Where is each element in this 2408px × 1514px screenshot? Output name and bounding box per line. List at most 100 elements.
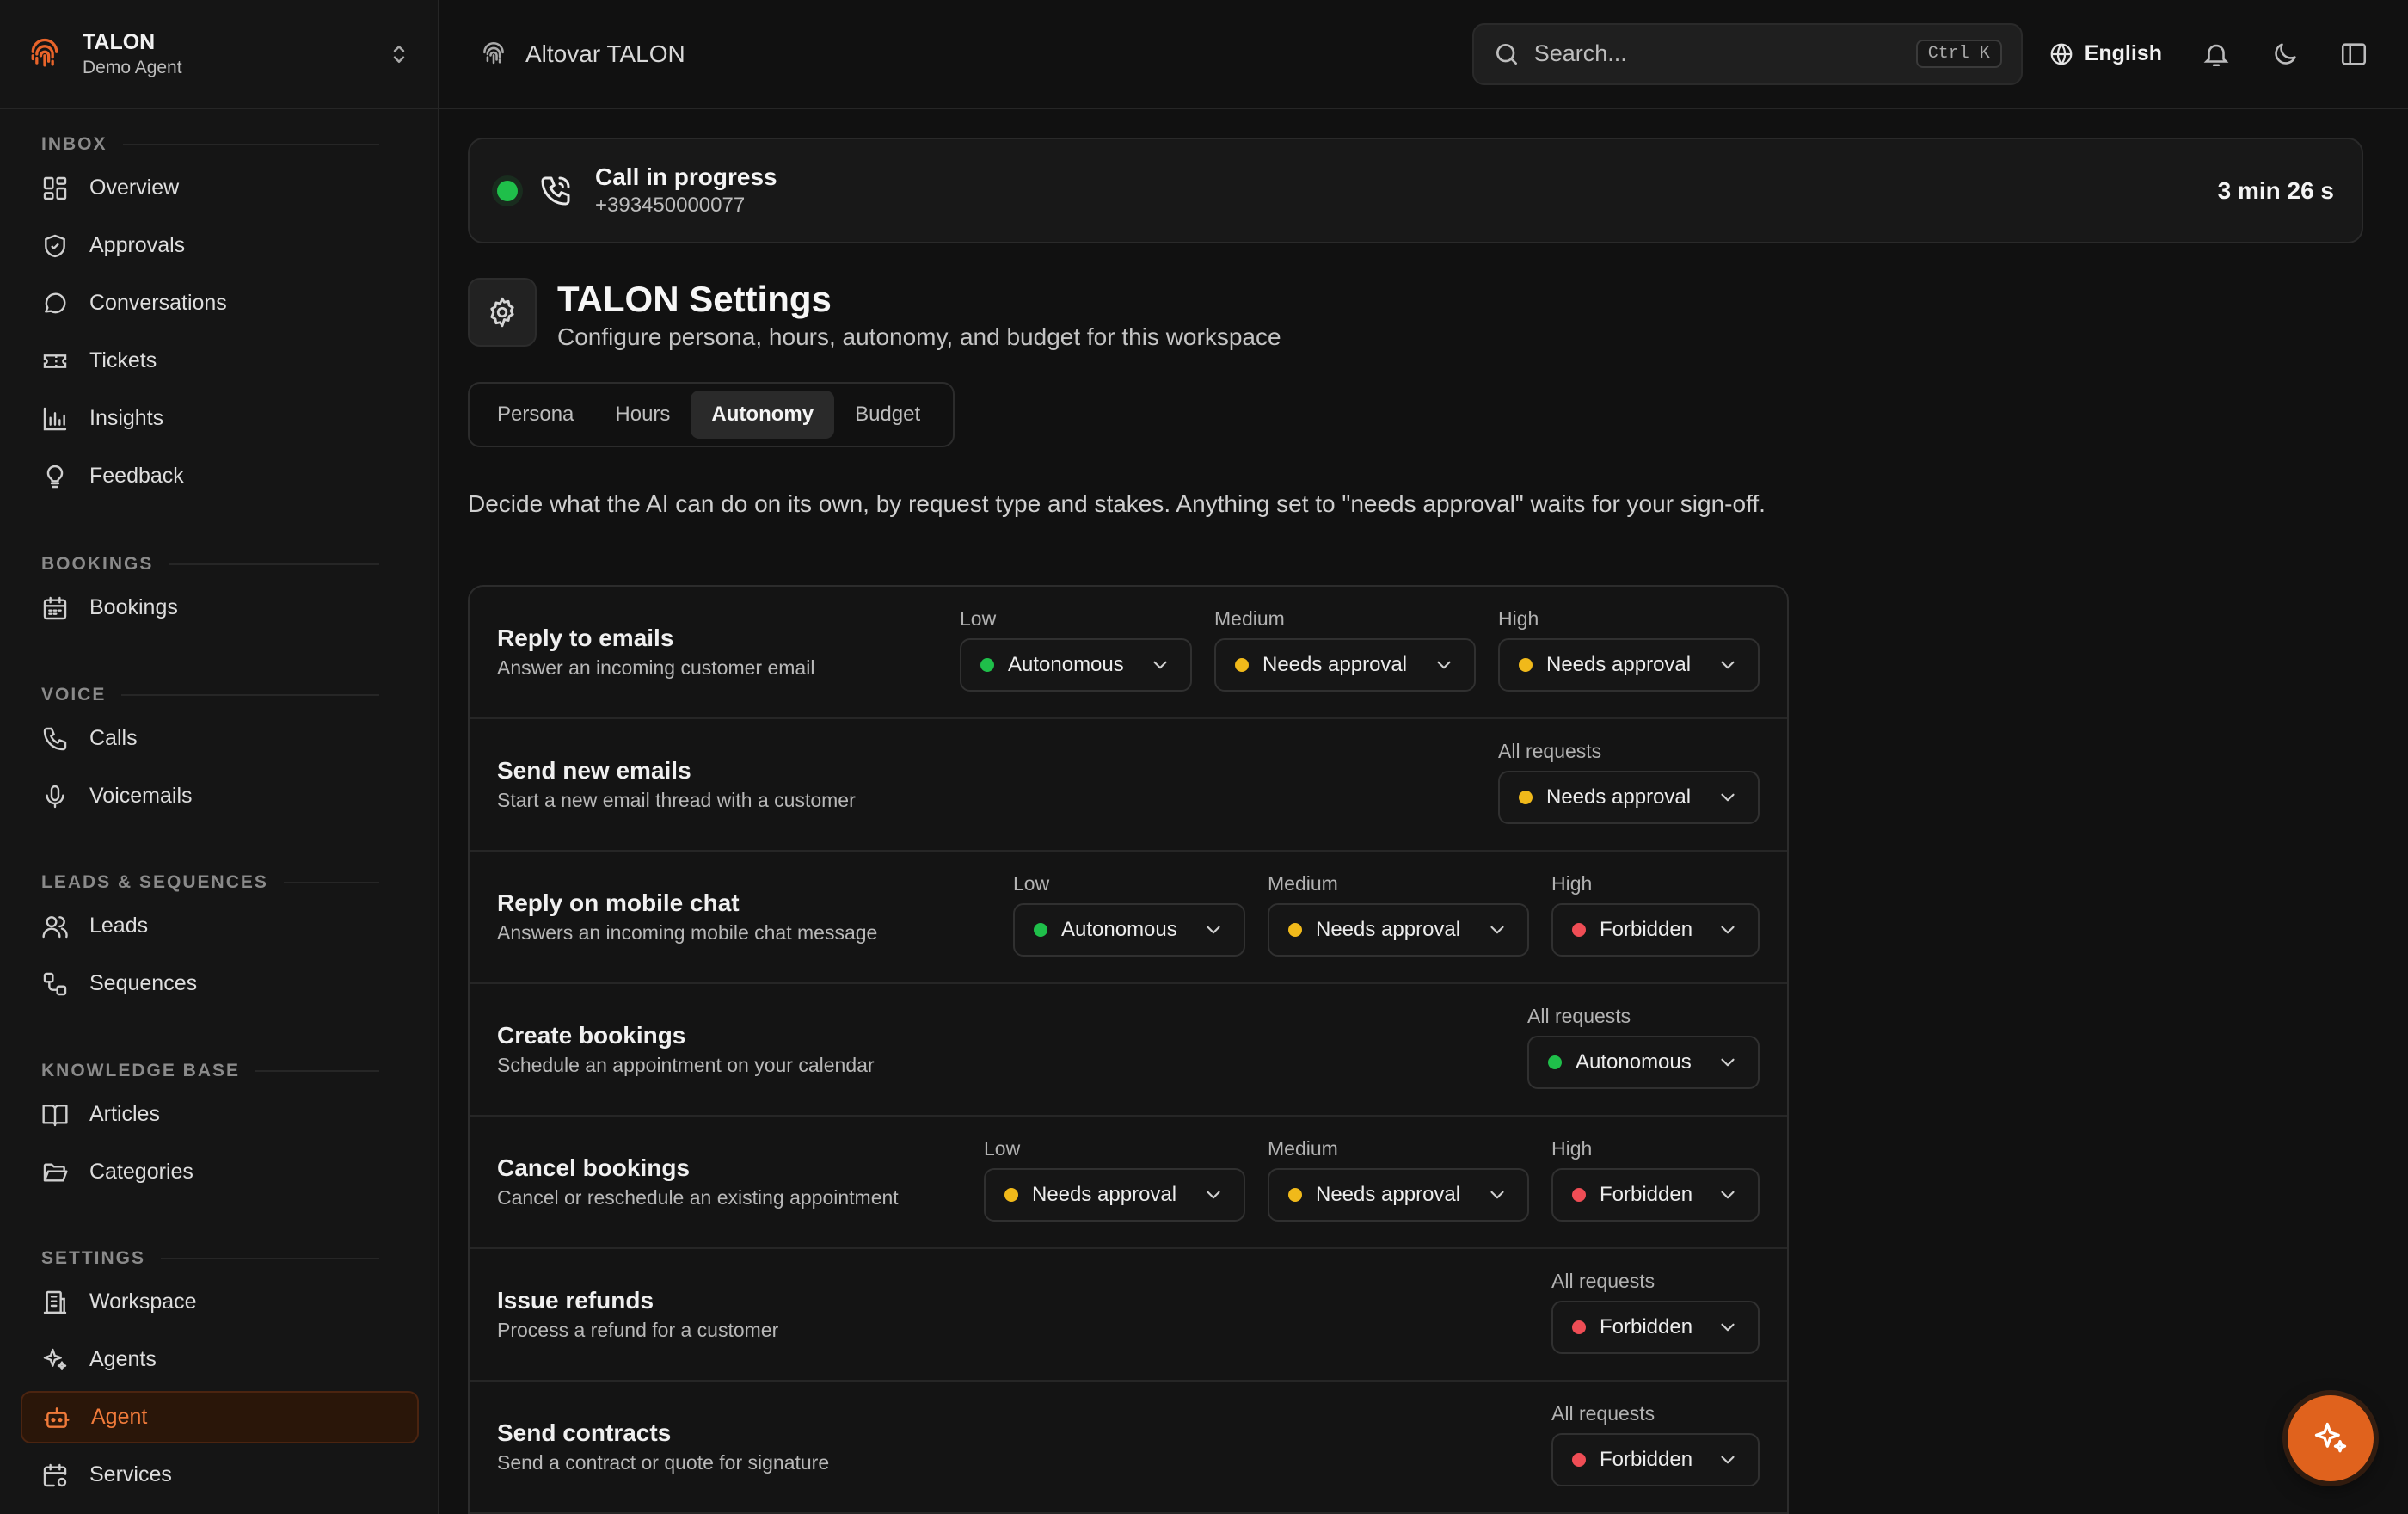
- nav-heading: VOICE: [0, 678, 439, 712]
- autonomy-select[interactable]: Needs approval: [1214, 638, 1476, 692]
- sidebar-item-agents[interactable]: Agents: [21, 1333, 419, 1386]
- stakes-label: Low: [960, 607, 997, 630]
- nav-heading: INBOX: [0, 127, 439, 162]
- autonomy-level-column: Low Autonomous: [1013, 869, 1245, 957]
- sidebar-item-categories[interactable]: Categories: [21, 1146, 419, 1198]
- sidebar-item-sequences[interactable]: Sequences: [21, 957, 419, 1010]
- sidebar-item-label: Approvals: [89, 233, 186, 257]
- autonomy-level-column: Medium Needs approval: [1268, 1134, 1529, 1222]
- sidebar-item-label: Calls: [89, 726, 138, 750]
- ai-assistant-button[interactable]: [2288, 1395, 2374, 1481]
- live-status-dot: [497, 180, 518, 201]
- language-switcher[interactable]: English: [2049, 41, 2162, 67]
- sidebar-item-conversations[interactable]: Conversations: [21, 277, 419, 329]
- brand-name: TALON: [83, 29, 156, 54]
- autonomy-select-value: Autonomous: [1576, 1050, 1692, 1074]
- sidebar-item-workspace[interactable]: Workspace: [21, 1276, 419, 1328]
- sidebar-item-agent[interactable]: Agent: [21, 1391, 419, 1443]
- stakes-label: High: [1498, 607, 1539, 630]
- search-box[interactable]: Ctrl K: [1471, 22, 2023, 85]
- autonomy-select-value: Needs approval: [1032, 1183, 1177, 1206]
- rule-description: Schedule an appointment on your calendar: [497, 1054, 875, 1076]
- globe-icon: [2050, 43, 2073, 65]
- sidebar-item-insights[interactable]: Insights: [21, 392, 419, 445]
- autonomy-select[interactable]: Autonomous: [960, 638, 1192, 692]
- moon-icon[interactable]: [2270, 40, 2300, 69]
- sidebar-item-calls[interactable]: Calls: [21, 712, 419, 765]
- tab-persona[interactable]: Persona: [476, 391, 594, 439]
- rule-description: Send a contract or quote for signature: [497, 1451, 830, 1474]
- autonomy-select-value: Forbidden: [1600, 1448, 1693, 1471]
- status-dot: [1235, 658, 1249, 672]
- call-in-progress-banner[interactable]: Call in progress +393450000077 3 min 26 …: [468, 138, 2363, 243]
- sidebar-item-voicemails[interactable]: Voicemails: [21, 770, 419, 822]
- rule-title: Create bookings: [497, 1022, 686, 1049]
- search-input[interactable]: [1533, 40, 1916, 67]
- sidebar-item-leads[interactable]: Leads: [21, 900, 419, 952]
- nav-heading-label: KNOWLEDGE BASE: [41, 1061, 241, 1080]
- status-dot: [1519, 791, 1533, 804]
- sidebar-item-bookings[interactable]: Bookings: [21, 582, 419, 634]
- autonomy-rule-row: Reply to emails Answer an incoming custom…: [470, 587, 1787, 719]
- autonomy-select[interactable]: Needs approval: [1498, 771, 1760, 824]
- autonomy-select[interactable]: Forbidden: [1551, 1168, 1760, 1222]
- rule-title: Issue refunds: [497, 1287, 654, 1314]
- microphone-icon: [46, 785, 64, 808]
- sidebar-item-feedback[interactable]: Feedback: [21, 450, 419, 502]
- top-bar: Altovar TALON Ctrl K English: [439, 0, 2408, 109]
- rule-title: Reply on mobile chat: [497, 889, 740, 916]
- sidebar-item-label: Tickets: [89, 348, 157, 372]
- calendar-icon: [43, 596, 67, 619]
- chevron-down-icon: [1721, 1323, 1735, 1332]
- nav-section-bookings: BOOKINGS Bookings: [0, 547, 439, 639]
- settings-badge: [468, 278, 537, 347]
- rule-description: Process a refund for a customer: [497, 1319, 779, 1341]
- sidebar-item-services[interactable]: Services: [21, 1449, 419, 1501]
- autonomy-level-column: All requests Autonomous: [1527, 1001, 1760, 1089]
- autonomy-select[interactable]: Forbidden: [1551, 1301, 1760, 1354]
- autonomy-select[interactable]: Needs approval: [1268, 903, 1529, 957]
- sidebar-item-label: Insights: [89, 406, 164, 430]
- stakes-label: Low: [984, 1137, 1021, 1160]
- tab-autonomy[interactable]: Autonomy: [691, 391, 835, 439]
- autonomy-level-column: Medium Needs approval: [1214, 604, 1476, 692]
- autonomy-select-value: Needs approval: [1262, 653, 1408, 676]
- rule-description: Cancel or reschedule an existing appoint…: [497, 1186, 899, 1209]
- stakes-label: All requests: [1551, 1402, 1656, 1425]
- sidebar-item-articles[interactable]: Articles: [21, 1088, 419, 1141]
- autonomy-rule-row: Send contracts Send a contract or quote f…: [470, 1382, 1787, 1514]
- chevron-down-icon: [1437, 661, 1451, 669]
- chevron-down-icon: [1490, 1191, 1504, 1199]
- chevrons-up-down-icon[interactable]: [386, 41, 412, 67]
- rule-title: Send new emails: [497, 757, 691, 784]
- sidebar-item-overview[interactable]: Overview: [21, 162, 419, 214]
- sidebar-item-label: Conversations: [89, 291, 227, 315]
- rule-info: Issue refunds Process a refund for a cust…: [497, 1285, 778, 1344]
- chevron-down-icon: [1490, 926, 1504, 934]
- autonomy-select-value: Forbidden: [1600, 1183, 1693, 1206]
- stakes-label: Medium: [1268, 1137, 1338, 1160]
- autonomy-select-value: Needs approval: [1546, 653, 1692, 676]
- sidebar-item-label: Overview: [89, 175, 180, 200]
- workflow-icon: [43, 972, 67, 995]
- status-dot: [1572, 923, 1586, 937]
- autonomy-select[interactable]: Needs approval: [1268, 1168, 1529, 1222]
- tab-budget[interactable]: Budget: [834, 391, 941, 439]
- call-status: Call in progress: [595, 163, 777, 190]
- autonomy-level-column: Medium Needs approval: [1268, 869, 1529, 957]
- sidebar-item-tickets[interactable]: Tickets: [21, 335, 419, 387]
- autonomy-select[interactable]: Autonomous: [1527, 1036, 1760, 1089]
- status-dot: [1288, 923, 1302, 937]
- sidebar-item-approvals[interactable]: Approvals: [21, 219, 419, 272]
- rule-info: Reply on mobile chat Answers an incoming …: [497, 888, 877, 946]
- status-dot: [1572, 1320, 1586, 1334]
- autonomy-select[interactable]: Forbidden: [1551, 903, 1760, 957]
- workspace-switcher[interactable]: TALON Demo Agent: [0, 0, 438, 109]
- panel-toggle-icon[interactable]: [2339, 40, 2368, 69]
- autonomy-select[interactable]: Needs approval: [1498, 638, 1760, 692]
- autonomy-select[interactable]: Needs approval: [984, 1168, 1245, 1222]
- tab-hours[interactable]: Hours: [594, 391, 691, 439]
- bell-icon[interactable]: [2202, 40, 2231, 69]
- autonomy-select[interactable]: Autonomous: [1013, 903, 1245, 957]
- autonomy-select[interactable]: Forbidden: [1551, 1433, 1760, 1486]
